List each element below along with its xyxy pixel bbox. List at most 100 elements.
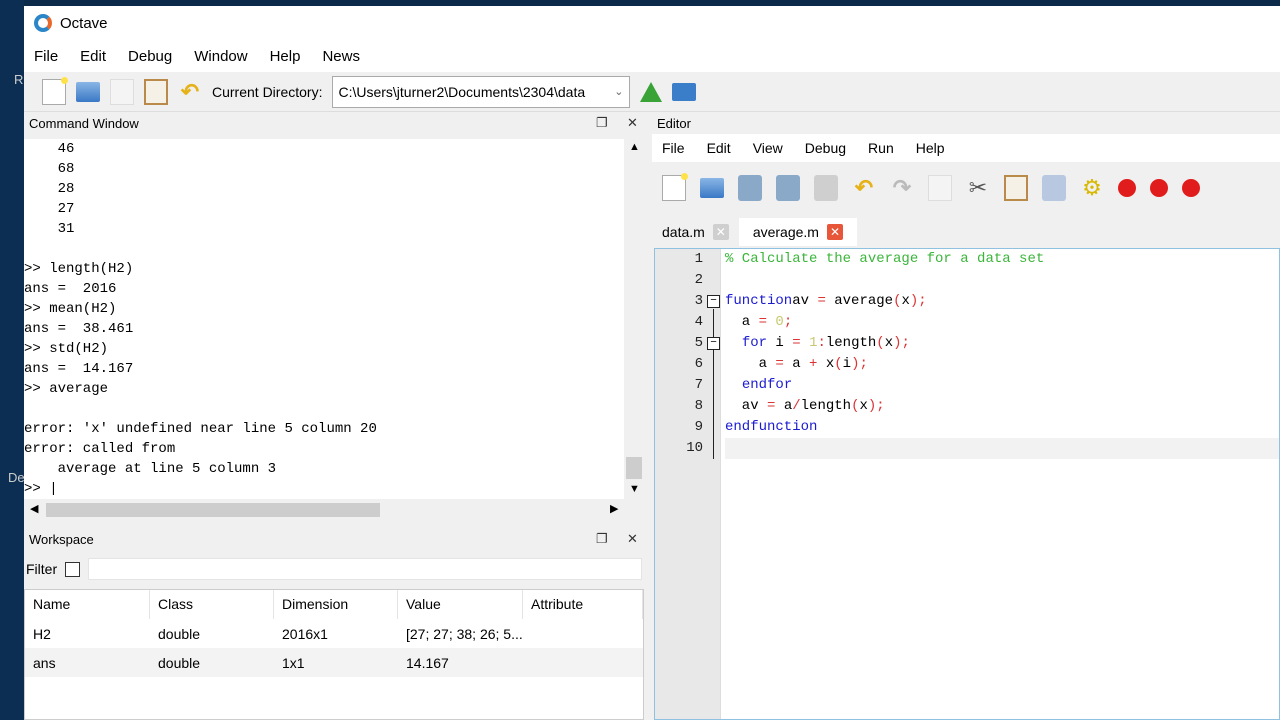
cell-dimension: 1x1 xyxy=(282,654,305,671)
current-directory-input[interactable]: C:\Users\jturner2\Documents\2304\data ⌄ xyxy=(332,75,631,108)
scroll-left-icon[interactable]: ◀ xyxy=(30,502,38,515)
console-line: error: called from xyxy=(24,441,176,457)
column-header-attribute[interactable]: Attribute xyxy=(523,590,643,619)
horizontal-scrollbar[interactable]: ◀ ▶ xyxy=(24,499,644,521)
browse-folder-icon[interactable] xyxy=(672,82,697,101)
table-header: Name Class Dimension Value Attribute xyxy=(25,590,643,619)
menu-window[interactable]: Window xyxy=(194,48,247,65)
code-token: i xyxy=(767,335,793,351)
column-header-name[interactable]: Name xyxy=(25,590,150,619)
column-header-class[interactable]: Class xyxy=(150,590,274,619)
close-tab-icon[interactable]: ✕ xyxy=(712,224,729,240)
open-file-icon[interactable] xyxy=(700,178,724,198)
scroll-down-icon[interactable]: ▼ xyxy=(629,483,640,495)
code-token: ); xyxy=(867,398,885,414)
save-as-icon[interactable] xyxy=(776,175,800,201)
copy-icon[interactable] xyxy=(928,175,952,201)
console-line: 31 xyxy=(24,221,75,237)
toggle-breakpoint-icon[interactable] xyxy=(1118,179,1136,197)
cut-icon[interactable]: ✂ xyxy=(966,175,990,201)
filter-input[interactable] xyxy=(88,558,642,580)
menu-debug[interactable]: Debug xyxy=(128,48,172,65)
tab-data-m[interactable]: data.m ✕ xyxy=(652,218,739,246)
menu-news[interactable]: News xyxy=(322,48,360,65)
new-file-icon[interactable] xyxy=(662,173,688,201)
menu-edit[interactable]: Edit xyxy=(80,48,106,65)
run-gear-icon[interactable]: ⚙ xyxy=(1080,175,1104,201)
parent-directory-icon[interactable] xyxy=(640,81,663,102)
code-line: 6 a = a + x(i); xyxy=(695,354,1279,375)
new-script-icon[interactable] xyxy=(42,76,68,105)
vertical-scrollbar[interactable]: ▲ ▼ xyxy=(624,139,644,499)
cell-class: double xyxy=(158,625,201,642)
code-token: a xyxy=(775,398,793,414)
command-window-output[interactable]: 46 68 28 27 31 >> length(H2) ans = 2016 >> … xyxy=(24,139,624,499)
tab-average-m[interactable]: average.m ✕ xyxy=(738,218,857,246)
print-icon[interactable] xyxy=(814,175,838,201)
find-replace-icon[interactable] xyxy=(1042,175,1066,201)
close-icon[interactable]: ✕ xyxy=(627,531,638,547)
scroll-up-icon[interactable]: ▲ xyxy=(629,141,640,153)
main-toolbar: ↶ Current Directory: C:\Users\jturner2\D… xyxy=(24,72,1280,112)
fold-toggle-icon[interactable]: − xyxy=(707,295,720,308)
current-directory-value: C:\Users\jturner2\Documents\2304\data xyxy=(338,83,586,100)
editor-menu-file[interactable]: File xyxy=(662,140,685,156)
code-token: x xyxy=(859,398,868,414)
scroll-thumb[interactable] xyxy=(626,457,642,479)
editor-menu-debug[interactable]: Debug xyxy=(805,140,846,156)
code-token: a xyxy=(725,314,759,330)
code-line: 2 xyxy=(695,270,1279,291)
column-header-value[interactable]: Value xyxy=(398,590,523,619)
console-line: >> std(H2) xyxy=(24,341,109,357)
chevron-down-icon[interactable]: ⌄ xyxy=(614,85,623,98)
column-header-dimension[interactable]: Dimension xyxy=(274,590,398,619)
octave-window: Octave File Edit Debug Window Help News … xyxy=(24,6,1280,720)
undo-icon[interactable]: ↶ xyxy=(852,175,876,201)
undock-icon[interactable]: ❐ xyxy=(596,531,608,547)
filter-checkbox[interactable] xyxy=(65,561,81,577)
menu-file[interactable]: File xyxy=(34,48,58,65)
editor-menu-edit[interactable]: Edit xyxy=(707,140,731,156)
tab-label: data.m xyxy=(662,224,705,240)
title-bar: Octave xyxy=(24,6,1280,40)
code-area[interactable]: 1 % Calculate the average for a data set 2… xyxy=(686,249,1279,459)
paste-icon[interactable] xyxy=(144,78,168,105)
table-row[interactable]: ans double 1x1 14.167 xyxy=(25,648,643,677)
redo-icon[interactable]: ↷ xyxy=(890,175,914,201)
editor-menu-run[interactable]: Run xyxy=(868,140,894,156)
close-tab-icon[interactable]: ✕ xyxy=(826,224,843,240)
code-token: x xyxy=(901,293,910,309)
desktop-background: R De xyxy=(0,0,25,720)
console-line: ans = 2016 xyxy=(24,281,117,297)
console-line: average at line 5 column 3 xyxy=(24,461,277,477)
editor-menu-help[interactable]: Help xyxy=(916,140,945,156)
code-token: : xyxy=(817,335,826,351)
scroll-thumb[interactable] xyxy=(46,503,380,517)
open-folder-icon[interactable] xyxy=(76,81,100,102)
fold-toggle-icon[interactable]: − xyxy=(707,337,720,350)
paste-icon[interactable] xyxy=(1004,175,1028,201)
workspace-panel: Workspace ❐ ✕ Filter Name Class Dimensio… xyxy=(24,528,644,720)
scroll-right-icon[interactable]: ▶ xyxy=(610,502,618,515)
code-editor[interactable]: 1 % Calculate the average for a data set 2… xyxy=(654,248,1280,720)
undo-icon[interactable]: ↶ xyxy=(178,79,202,105)
editor-menu-view[interactable]: View xyxy=(753,140,783,156)
code-token: length xyxy=(800,398,852,414)
code-token: = xyxy=(775,356,784,372)
save-icon[interactable] xyxy=(738,175,762,201)
main-menu: File Edit Debug Window Help News xyxy=(24,40,1280,72)
menu-help[interactable]: Help xyxy=(270,48,301,65)
next-breakpoint-icon[interactable] xyxy=(1182,179,1200,197)
console-line: 28 xyxy=(24,181,75,197)
table-row[interactable]: H2 double 2016x1 [27; 27; 38; 26; 5... xyxy=(25,619,643,648)
cell-name: ans xyxy=(33,654,56,671)
copy-icon[interactable] xyxy=(110,78,134,105)
previous-breakpoint-icon[interactable] xyxy=(1150,179,1168,197)
close-icon[interactable]: ✕ xyxy=(627,115,638,131)
code-token: ; xyxy=(783,314,793,330)
undock-icon[interactable]: ❐ xyxy=(596,115,608,131)
line-number: 2 xyxy=(694,272,703,288)
